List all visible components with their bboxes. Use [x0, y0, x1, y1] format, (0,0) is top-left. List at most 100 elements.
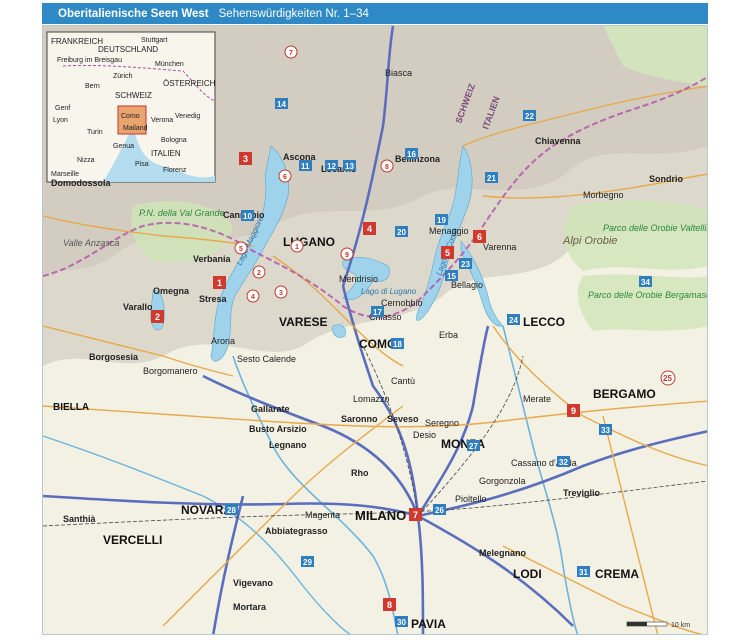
- city-bergamo[interactable]: BERGAMO: [593, 387, 656, 401]
- sight-number-10[interactable]: 10: [243, 212, 252, 221]
- circle-number-2[interactable]: 2: [257, 270, 261, 277]
- town-sesto-calende[interactable]: Sesto Calende: [237, 354, 296, 364]
- town-abbiategrasso[interactable]: Abbiategrasso: [265, 526, 328, 536]
- circle-number-4[interactable]: 4: [251, 294, 255, 301]
- town-bellagio[interactable]: Bellagio: [451, 280, 483, 290]
- sight-number-14[interactable]: 14: [277, 100, 286, 109]
- sight-number-16[interactable]: 16: [407, 150, 416, 159]
- city-lodi[interactable]: LODI: [513, 567, 542, 581]
- town-erba[interactable]: Erba: [439, 330, 458, 340]
- city-varese[interactable]: VARESE: [279, 315, 327, 329]
- town-borgomanero[interactable]: Borgomanero: [143, 366, 198, 376]
- city-lecco[interactable]: LECCO: [523, 315, 565, 329]
- town-seregno[interactable]: Seregno: [425, 418, 459, 428]
- town-legnano[interactable]: Legnano: [269, 440, 307, 450]
- highlight-number-5[interactable]: 5: [445, 248, 450, 258]
- sight-number-25[interactable]: 25: [663, 374, 672, 383]
- town-morbegno[interactable]: Morbegno: [583, 190, 624, 200]
- highlight-number-7[interactable]: 7: [413, 510, 418, 520]
- sight-number-19[interactable]: 19: [437, 216, 446, 225]
- circle-number-8[interactable]: 8: [385, 164, 389, 171]
- header-subtitle: Sehenswürdigkeiten Nr. 1–34: [218, 7, 369, 20]
- highlight-number-2[interactable]: 2: [155, 312, 160, 322]
- sight-number-13[interactable]: 13: [345, 162, 354, 171]
- town-gallarate[interactable]: Gallarate: [251, 404, 290, 414]
- circle-number-6[interactable]: 6: [283, 174, 287, 181]
- inset-city-marseille: Marseille: [51, 171, 79, 178]
- sight-number-11[interactable]: 11: [301, 162, 310, 171]
- sight-12: 12: [325, 160, 338, 171]
- sight-number-26[interactable]: 26: [435, 506, 444, 515]
- city-milano[interactable]: MILANO: [355, 508, 406, 523]
- town-saronno[interactable]: Saronno: [341, 414, 378, 424]
- sight-number-34[interactable]: 34: [641, 278, 650, 287]
- sight-number-17[interactable]: 17: [373, 308, 382, 317]
- sight-number-29[interactable]: 29: [303, 558, 312, 567]
- sight-number-33[interactable]: 33: [601, 426, 610, 435]
- town-merate[interactable]: Merate: [523, 394, 551, 404]
- sight-number-28[interactable]: 28: [227, 506, 236, 515]
- circle-number-5[interactable]: 5: [239, 246, 243, 253]
- sight-number-31[interactable]: 31: [579, 568, 588, 577]
- highlight-number-9[interactable]: 9: [571, 406, 576, 416]
- sight-number-30[interactable]: 30: [397, 618, 406, 627]
- town-pioltello[interactable]: Pioltello: [455, 494, 487, 504]
- town-borgosesia[interactable]: Borgosesia: [89, 352, 139, 362]
- town-stresa[interactable]: Stresa: [199, 294, 228, 304]
- highlight-number-1[interactable]: 1: [217, 278, 222, 288]
- town-seveso[interactable]: Seveso: [387, 414, 419, 424]
- circle-number-7[interactable]: 7: [289, 50, 293, 57]
- town-gorgonzola[interactable]: Gorgonzola: [479, 476, 526, 486]
- town-varallo[interactable]: Varallo: [123, 302, 153, 312]
- sight-number-21[interactable]: 21: [487, 174, 496, 183]
- map-canvas[interactable]: FRANKREICH DEUTSCHLAND SCHWEIZ ÖSTERREIC…: [42, 25, 708, 635]
- town-treviglio[interactable]: Treviglio: [563, 488, 601, 498]
- town-magenta[interactable]: Magenta: [305, 510, 340, 520]
- highlight-number-4[interactable]: 4: [367, 224, 372, 234]
- sight-number-12[interactable]: 12: [327, 162, 336, 171]
- town-biasca[interactable]: Biasca: [385, 68, 412, 78]
- city-vercelli[interactable]: VERCELLI: [103, 533, 162, 547]
- town-chiavenna[interactable]: Chiavenna: [535, 136, 582, 146]
- town-cantu[interactable]: Cantù: [391, 376, 415, 386]
- city-biella[interactable]: BIELLA: [53, 402, 89, 413]
- town-mortara[interactable]: Mortara: [233, 602, 267, 612]
- town-vigevano[interactable]: Vigevano: [233, 578, 273, 588]
- circle-number-3[interactable]: 3: [279, 290, 283, 297]
- town-arona[interactable]: Arona: [211, 336, 235, 346]
- sight-number-27[interactable]: 27: [469, 442, 478, 451]
- sight-number-32[interactable]: 32: [559, 458, 568, 467]
- city-pavia[interactable]: PAVIA: [411, 617, 446, 631]
- town-varenna[interactable]: Varenna: [483, 242, 516, 252]
- circle-number-9[interactable]: 9: [345, 252, 349, 259]
- town-menaggio[interactable]: Menaggio: [429, 226, 469, 236]
- city-novara[interactable]: NOVARA: [181, 503, 232, 517]
- sight-number-18[interactable]: 18: [393, 340, 402, 349]
- town-domodossola[interactable]: Domodossola: [51, 178, 112, 188]
- town-busto-arsizio[interactable]: Busto Arsizio: [249, 424, 307, 434]
- town-santhia[interactable]: Santhià: [63, 514, 97, 524]
- town-verbania[interactable]: Verbania: [193, 254, 232, 264]
- town-rho[interactable]: Rho: [351, 468, 369, 478]
- sight-number-22[interactable]: 22: [525, 112, 534, 121]
- inset-city-como: Como: [121, 113, 140, 120]
- sight-number-24[interactable]: 24: [509, 316, 518, 325]
- city-crema[interactable]: CREMA: [595, 567, 639, 581]
- sight-number-20[interactable]: 20: [397, 228, 406, 237]
- highlight-number-3[interactable]: 3: [243, 154, 248, 164]
- highlight-5: 5: [441, 246, 454, 259]
- sight-number-23[interactable]: 23: [461, 260, 470, 269]
- town-melegnano[interactable]: Melegnano: [479, 548, 527, 558]
- town-sondrio[interactable]: Sondrio: [649, 174, 683, 184]
- city-como[interactable]: COMO: [359, 337, 396, 351]
- highlight-number-6[interactable]: 6: [477, 232, 482, 242]
- town-cernobbio[interactable]: Cernobbio: [381, 298, 423, 308]
- town-mendrisio[interactable]: Mendrisio: [339, 274, 378, 284]
- town-lomazzo[interactable]: Lomazzo: [353, 394, 390, 404]
- highlight-number-8[interactable]: 8: [387, 600, 392, 610]
- town-omegna[interactable]: Omegna: [153, 286, 190, 296]
- circle-number-1[interactable]: 1: [295, 244, 299, 251]
- inset-city-pisa: Pisa: [135, 161, 149, 168]
- town-desio[interactable]: Desio: [413, 430, 436, 440]
- sight-number-15[interactable]: 15: [447, 272, 456, 281]
